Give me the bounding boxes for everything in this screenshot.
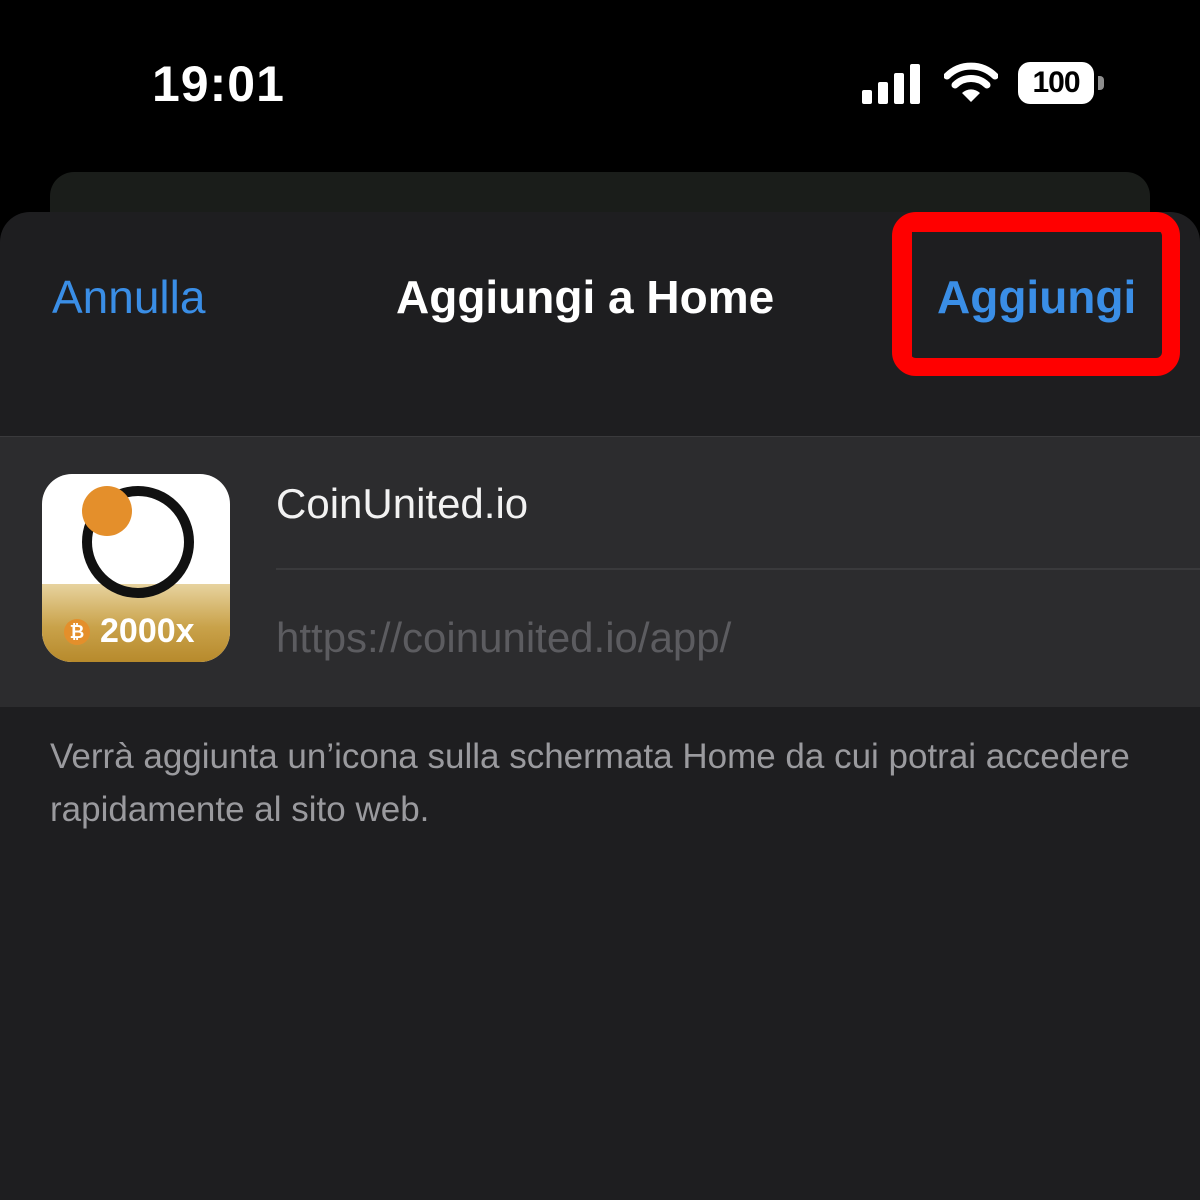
wifi-icon — [944, 62, 998, 102]
battery-cap — [1098, 76, 1104, 90]
bitcoin-coin-icon: ₿ — [64, 619, 90, 645]
shortcut-url: https://coinunited.io/app/ — [276, 614, 732, 661]
screen: 19:01 100 Annulla Aggiungi a Home Aggiun… — [0, 0, 1200, 1200]
battery-level: 100 — [1018, 62, 1094, 104]
cancel-button[interactable]: Annulla — [52, 270, 205, 324]
battery-icon: 100 — [1018, 62, 1104, 106]
status-time: 19:01 — [152, 56, 285, 112]
add-button[interactable]: Aggiungi — [937, 270, 1136, 324]
app-icon-badge: 2000x — [100, 612, 195, 650]
field-divider — [276, 568, 1200, 570]
signal-icon — [862, 64, 920, 104]
app-icon-dot — [82, 486, 132, 536]
app-icon: ₿ 2000x — [42, 474, 230, 662]
description-text: Verrà aggiunta un’icona sulla schermata … — [50, 737, 1130, 829]
shortcut-name-field[interactable] — [276, 480, 1176, 528]
sheet-title: Aggiungi a Home — [396, 271, 775, 323]
